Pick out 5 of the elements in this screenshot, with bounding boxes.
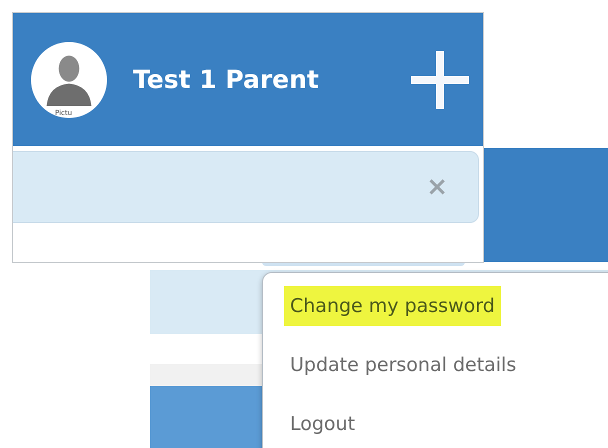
- menu-item[interactable]: Update personal details: [284, 344, 522, 384]
- menu-item[interactable]: Change my password: [284, 286, 501, 326]
- user-name: Test 1 Parent: [133, 65, 320, 94]
- menu-item[interactable]: Logout: [284, 404, 362, 444]
- plus-icon[interactable]: [409, 48, 471, 110]
